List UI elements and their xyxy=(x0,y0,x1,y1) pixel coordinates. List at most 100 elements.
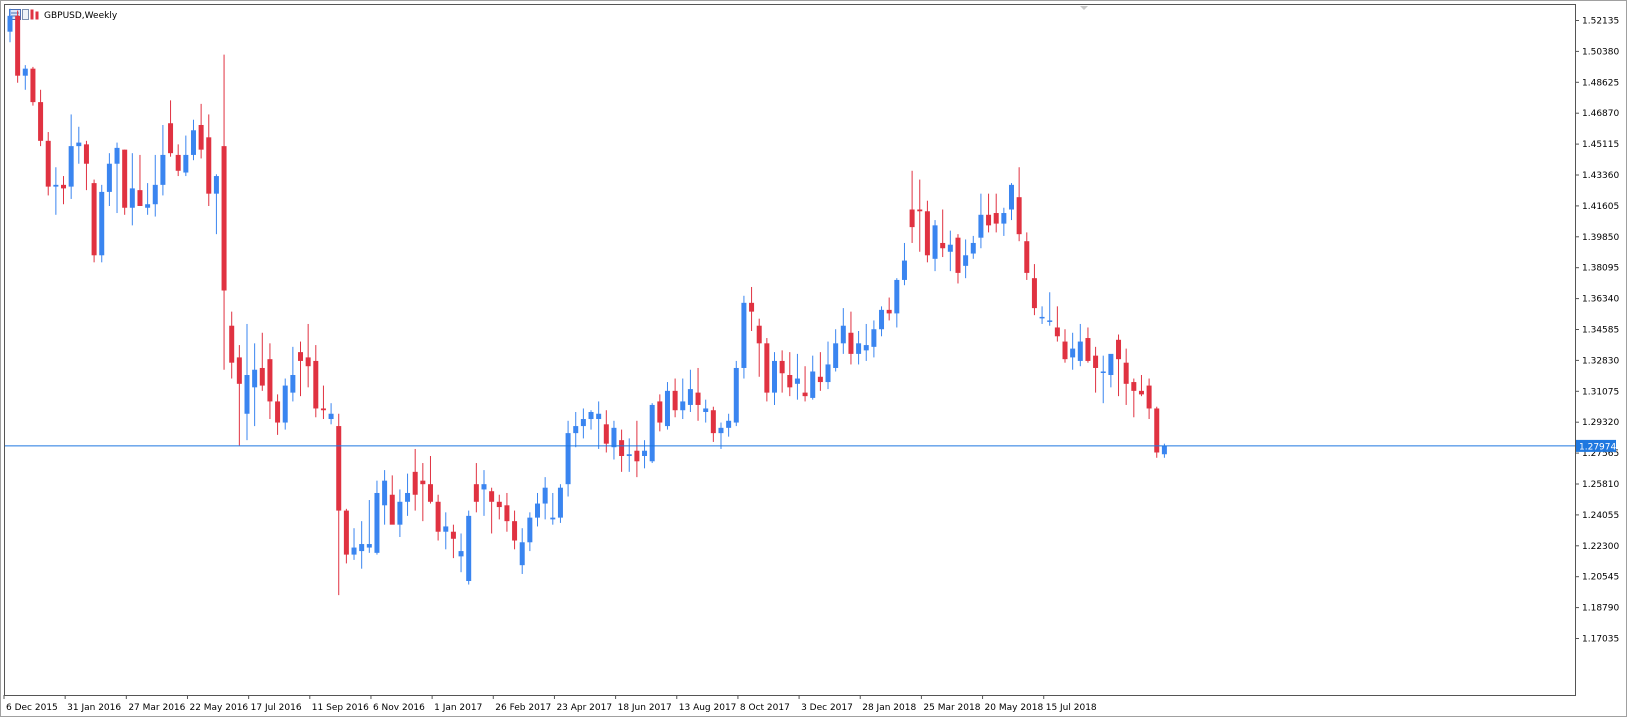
candle-body xyxy=(397,501,403,525)
candle-body xyxy=(588,411,594,420)
candle-body xyxy=(557,487,563,518)
candle-body xyxy=(473,484,479,502)
candle-body xyxy=(412,471,418,495)
candle-body xyxy=(252,369,258,388)
price-tick-label: 1.22300 xyxy=(1582,542,1619,552)
candle-body xyxy=(313,360,319,409)
candle-body xyxy=(970,242,976,254)
time-tick-label: 26 Feb 2017 xyxy=(495,703,551,713)
candle xyxy=(122,149,128,215)
candle xyxy=(733,360,739,427)
candle-body xyxy=(879,309,885,330)
candle xyxy=(466,510,472,585)
candle-body xyxy=(76,142,82,147)
chart-window[interactable]: GBPUSD,Weekly 1.52135 1.50380 1.48625 1.468… xyxy=(0,0,1627,717)
time-tick-label: 13 Aug 2017 xyxy=(679,703,737,713)
candle-body xyxy=(901,260,907,280)
symbol-title: GBPUSD,Weekly xyxy=(44,11,118,21)
candle xyxy=(91,179,97,263)
candle-body xyxy=(611,427,617,448)
candle-body xyxy=(45,140,51,187)
candle-body xyxy=(336,426,342,511)
chart-canvas[interactable]: GBPUSD,Weekly 1.52135 1.50380 1.48625 1.468… xyxy=(0,0,1627,717)
candle-body xyxy=(7,15,13,32)
candle-body xyxy=(15,15,21,76)
price-tick-label: 1.48625 xyxy=(1582,78,1619,88)
candle-body xyxy=(1108,353,1114,376)
candle-body xyxy=(710,410,716,434)
price-tick-label: 1.17035 xyxy=(1582,635,1619,645)
candle-body xyxy=(305,357,311,367)
candle-body xyxy=(871,329,877,347)
price-tick-label: 1.52135 xyxy=(1582,17,1619,27)
time-tick-label: 15 Jul 2018 xyxy=(1046,703,1097,713)
candle-body xyxy=(427,484,433,502)
candle-body xyxy=(917,209,923,212)
time-tick-label: 22 May 2016 xyxy=(189,703,248,713)
candle-body xyxy=(565,433,571,485)
candle-body xyxy=(1131,382,1137,391)
candle-body xyxy=(489,491,495,502)
candle-body xyxy=(856,343,862,354)
candle-body xyxy=(810,371,816,398)
candle-body xyxy=(481,484,487,490)
candle-body xyxy=(1116,339,1122,360)
candle xyxy=(15,10,21,83)
candle-body xyxy=(626,454,632,457)
price-tick-label: 1.50380 xyxy=(1582,47,1619,57)
candle-body xyxy=(389,494,395,525)
time-tick-label: 8 Oct 2017 xyxy=(740,703,790,713)
candle-body xyxy=(672,390,678,411)
candle-body xyxy=(99,191,105,256)
candle-body xyxy=(695,392,701,405)
candle-body xyxy=(298,352,304,361)
candle-body xyxy=(741,302,747,368)
candle-body xyxy=(1001,213,1007,224)
price-axis[interactable]: 1.52135 1.50380 1.48625 1.46870 1.45115 1.433… xyxy=(1575,17,1619,645)
candle-body xyxy=(160,154,166,185)
candle-body xyxy=(955,237,961,273)
candle-body xyxy=(91,183,97,256)
candle-body xyxy=(1039,316,1045,319)
time-tick-label: 3 Dec 2017 xyxy=(801,703,853,713)
candle-body xyxy=(535,503,541,518)
price-tick-label: 1.18790 xyxy=(1582,604,1619,614)
candle-body xyxy=(833,343,839,368)
candle xyxy=(282,378,288,430)
candle xyxy=(557,484,563,523)
price-tick-label: 1.45115 xyxy=(1582,140,1619,150)
price-tick-label: 1.41605 xyxy=(1582,202,1619,212)
candle-body xyxy=(703,408,709,412)
candle-body xyxy=(22,68,28,76)
indicator-icon[interactable] xyxy=(22,9,29,20)
candle xyxy=(99,184,105,263)
time-tick-label: 11 Sep 2016 xyxy=(312,703,369,713)
candle-body xyxy=(183,154,189,173)
candle-body xyxy=(1085,338,1091,361)
time-tick-label: 1 Jan 2017 xyxy=(434,703,482,713)
candle-body xyxy=(687,389,693,405)
candle-body xyxy=(152,184,158,205)
candle-body xyxy=(320,408,326,411)
candle-body xyxy=(61,184,67,189)
candle-body xyxy=(580,419,586,427)
time-tick-label: 31 Jan 2016 xyxy=(67,703,121,713)
candle-body xyxy=(894,279,900,314)
candle-body xyxy=(764,343,770,393)
candle-body xyxy=(986,214,992,226)
candle-body xyxy=(512,521,518,541)
candle-body xyxy=(1047,320,1053,322)
price-tick-label: 1.32830 xyxy=(1582,356,1619,366)
candle-body xyxy=(794,378,800,384)
candle-body xyxy=(466,515,472,582)
candle-body xyxy=(229,325,235,363)
candle-body xyxy=(206,137,212,194)
candle-body xyxy=(1031,278,1037,309)
price-tick-label: 1.36340 xyxy=(1582,295,1619,305)
candle-body xyxy=(1054,327,1060,337)
candle-body xyxy=(1024,241,1030,273)
candle-body xyxy=(718,427,724,434)
candle-body xyxy=(947,244,953,252)
candle-body xyxy=(573,426,579,434)
candle-body xyxy=(259,367,265,386)
